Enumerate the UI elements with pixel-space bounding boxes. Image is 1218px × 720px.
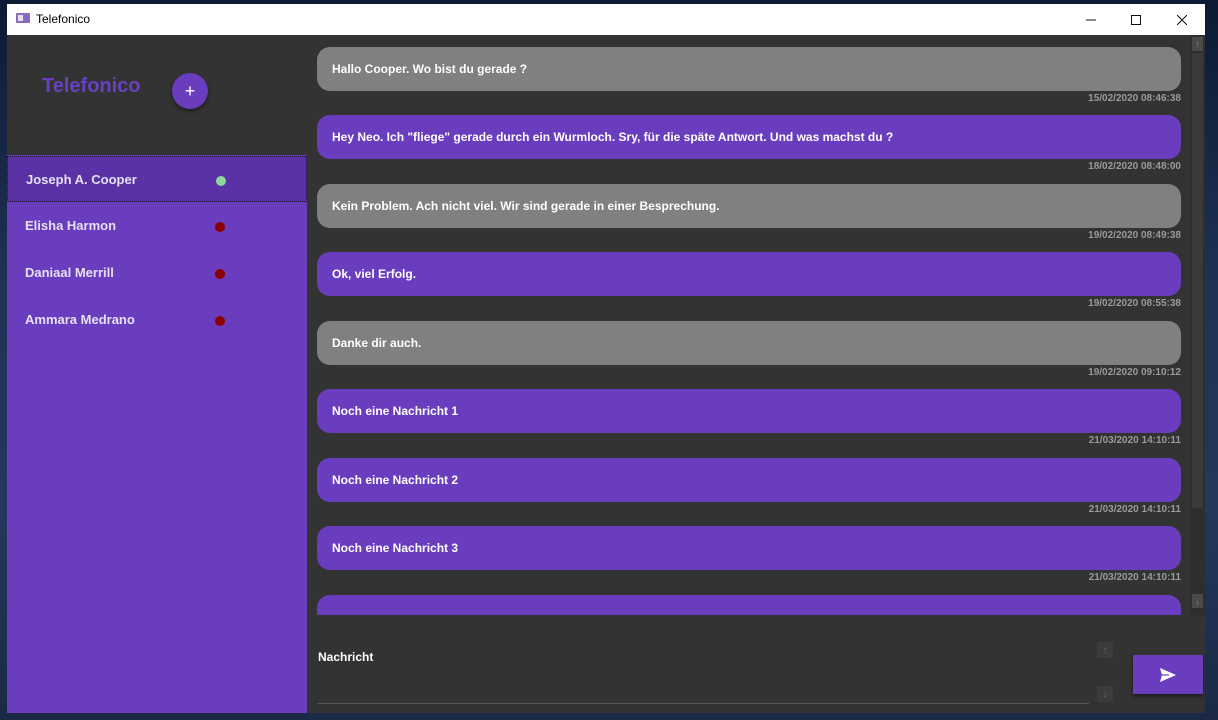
close-icon (1177, 14, 1187, 25)
message-bubble[interactable]: Kein Problem. Ach nicht viel. Wir sind g… (317, 184, 1181, 228)
send-icon (1160, 667, 1176, 682)
message-bubble[interactable]: Noch eine Nachricht 3 (317, 526, 1181, 570)
status-offline-icon (215, 269, 225, 279)
minimize-icon (1086, 19, 1096, 20)
message: Noch eine Nachricht 1 21/03/2020 14:10:1… (317, 389, 1181, 446)
message-timestamp: 21/03/2020 14:10:11 (1088, 572, 1181, 583)
contact-name: Ammara Medrano (25, 312, 135, 327)
contact-item[interactable]: Daniaal Merrill (7, 250, 307, 296)
status-offline-icon (215, 222, 225, 232)
scrollbar-thumb[interactable] (1192, 53, 1203, 508)
message-bubble[interactable] (317, 595, 1181, 615)
message (317, 595, 1181, 615)
message-scrollbar[interactable]: ↑ ↓ (1190, 35, 1205, 615)
contact-name: Daniaal Merrill (25, 265, 114, 280)
message-bubble[interactable]: Hey Neo. Ich "fliege" gerade durch ein W… (317, 115, 1181, 159)
add-contact-button[interactable]: + (172, 73, 208, 109)
message-list: Hallo Cooper. Wo bist du gerade ? 15/02/… (317, 35, 1181, 615)
contact-item[interactable]: Joseph A. Cooper (7, 156, 307, 202)
status-online-icon (216, 176, 226, 186)
message-bubble[interactable]: Noch eine Nachricht 1 (317, 389, 1181, 433)
composer: Nachricht ↑ ↓ (317, 615, 1205, 713)
scroll-down-arrow-icon[interactable]: ↓ (1192, 594, 1203, 608)
message-timestamp: 19/02/2020 09:10:12 (1088, 367, 1181, 378)
message: Noch eine Nachricht 2 21/03/2020 14:10:1… (317, 458, 1181, 515)
contact-item[interactable]: Elisha Harmon (7, 203, 307, 249)
maximize-icon (1131, 14, 1141, 25)
app-window: Telefonico Telefonico + Joseph A. Cooper… (7, 4, 1205, 713)
contact-name: Joseph A. Cooper (26, 172, 137, 187)
maximize-button[interactable] (1113, 4, 1159, 35)
message: Noch eine Nachricht 3 21/03/2020 14:10:1… (317, 526, 1181, 583)
window-title: Telefonico (36, 12, 91, 26)
message-input[interactable]: Nachricht (318, 650, 373, 664)
input-underline (317, 703, 1089, 704)
plus-icon: + (184, 80, 196, 101)
input-scroll-up-icon[interactable]: ↑ (1097, 642, 1113, 658)
message-timestamp: 21/03/2020 14:10:11 (1088, 435, 1181, 446)
message-timestamp: 15/02/2020 08:46:38 (1088, 93, 1181, 104)
message-bubble[interactable]: Ok, viel Erfolg. (317, 252, 1181, 296)
status-offline-icon (215, 316, 225, 326)
contact-name: Elisha Harmon (25, 218, 117, 233)
message: Kein Problem. Ach nicht viel. Wir sind g… (317, 184, 1181, 241)
brand-title: Telefonico (42, 75, 141, 97)
message-bubble[interactable]: Hallo Cooper. Wo bist du gerade ? (317, 47, 1181, 91)
scroll-up-arrow-icon[interactable]: ↑ (1192, 37, 1203, 51)
message-timestamp: 19/02/2020 08:55:38 (1088, 298, 1181, 309)
message: Hallo Cooper. Wo bist du gerade ? 15/02/… (317, 47, 1181, 104)
message-timestamp: 18/02/2020 08:48:00 (1088, 161, 1181, 172)
input-scroll-down-icon[interactable]: ↓ (1097, 686, 1113, 702)
message: Ok, viel Erfolg. 19/02/2020 08:55:38 (317, 252, 1181, 309)
title-bar: Telefonico (7, 4, 1205, 35)
message-bubble[interactable]: Noch eine Nachricht 2 (317, 458, 1181, 502)
app-icon (16, 13, 30, 23)
minimize-button[interactable] (1068, 4, 1114, 35)
message: Hey Neo. Ich "fliege" gerade durch ein W… (317, 115, 1181, 172)
message: Danke dir auch. 19/02/2020 09:10:12 (317, 321, 1181, 378)
message-timestamp: 21/03/2020 14:10:11 (1088, 504, 1181, 515)
send-button[interactable] (1133, 655, 1203, 694)
message-bubble[interactable]: Danke dir auch. (317, 321, 1181, 365)
contact-list: Joseph A. Cooper Elisha Harmon Daniaal M… (7, 155, 307, 713)
contact-item[interactable]: Ammara Medrano (7, 297, 307, 343)
message-timestamp: 19/02/2020 08:49:38 (1088, 230, 1181, 241)
close-button[interactable] (1159, 4, 1205, 35)
